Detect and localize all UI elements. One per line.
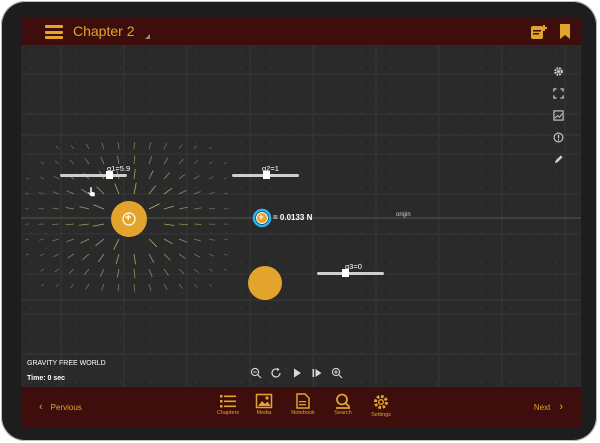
zoom-in-icon[interactable]: [331, 367, 343, 379]
page-title: Chapter 2: [73, 23, 135, 39]
nav-settings[interactable]: Settings: [361, 393, 401, 418]
menu-icon[interactable]: [45, 25, 63, 39]
next-label: Next: [533, 403, 551, 412]
corner-fold-icon: [145, 34, 150, 39]
chevron-right-icon: ›: [559, 401, 563, 413]
info-icon[interactable]: [553, 132, 564, 143]
settings-icon: [374, 395, 388, 409]
charge-q3[interactable]: [248, 266, 282, 300]
time-label: Time: 0 sec: [27, 375, 66, 382]
cursor-pointer-icon: [87, 186, 96, 197]
top-bar: Chapter 2: [21, 18, 581, 45]
play-icon[interactable]: [291, 367, 303, 379]
pencil-icon[interactable]: [553, 154, 564, 165]
next-button[interactable]: Next ›: [534, 401, 563, 413]
chapters-icon: [220, 395, 236, 408]
previous-button[interactable]: ‹ Pervious: [39, 401, 82, 413]
zoom-out-icon[interactable]: [250, 367, 262, 379]
nav-notebook-label: Notebook: [291, 410, 315, 416]
nav-settings-label: Settings: [371, 412, 391, 418]
tablet-frame: Chapter 2 + + q1=5.9 q2=1 q3=0 = 0.0133 …: [1, 1, 597, 441]
search-icon: [336, 393, 351, 409]
notebook-icon: [296, 393, 310, 409]
nav-notebook[interactable]: Notebook: [283, 393, 323, 416]
slider-q2-handle[interactable]: [263, 171, 270, 179]
slider-q2[interactable]: [232, 171, 299, 179]
reset-icon[interactable]: [270, 367, 282, 379]
origin-label: origin: [396, 212, 411, 218]
nav-search[interactable]: Search: [323, 393, 363, 416]
nav-media-label: Media: [256, 410, 272, 416]
bookmark-icon[interactable]: [559, 23, 571, 40]
fullscreen-icon[interactable]: [553, 88, 564, 99]
media-icon: [255, 393, 273, 409]
image-icon[interactable]: [553, 110, 564, 121]
nav-media[interactable]: Media: [244, 393, 284, 416]
nav-chapters-label: Chapters: [216, 410, 240, 416]
app-screen: Chapter 2 + + q1=5.9 q2=1 q3=0 = 0.0133 …: [21, 18, 581, 428]
bottom-bar: ‹ Pervious Chapters Media Notebook Searc…: [21, 387, 581, 428]
world-label: GRAVITY FREE WORLD: [27, 360, 106, 367]
simulation-canvas[interactable]: + + q1=5.9 q2=1 q3=0 = 0.0133 N origin G…: [21, 45, 581, 387]
previous-label: Pervious: [50, 403, 82, 412]
step-icon[interactable]: [311, 367, 323, 379]
gear-icon[interactable]: [553, 66, 564, 77]
add-note-icon[interactable]: [530, 24, 548, 40]
slider-q1-handle[interactable]: [106, 171, 113, 179]
charge-q2-symbol: +: [258, 212, 264, 222]
slider-q3-handle[interactable]: [342, 269, 349, 277]
slider-q3[interactable]: [317, 269, 384, 277]
chevron-left-icon: ‹: [39, 401, 43, 413]
charge-q1-symbol: +: [125, 212, 132, 224]
slider-q1[interactable]: [60, 171, 127, 179]
nav-search-label: Search: [334, 410, 352, 416]
nav-chapters[interactable]: Chapters: [208, 393, 248, 416]
force-readout: = 0.0133 N: [273, 213, 313, 222]
